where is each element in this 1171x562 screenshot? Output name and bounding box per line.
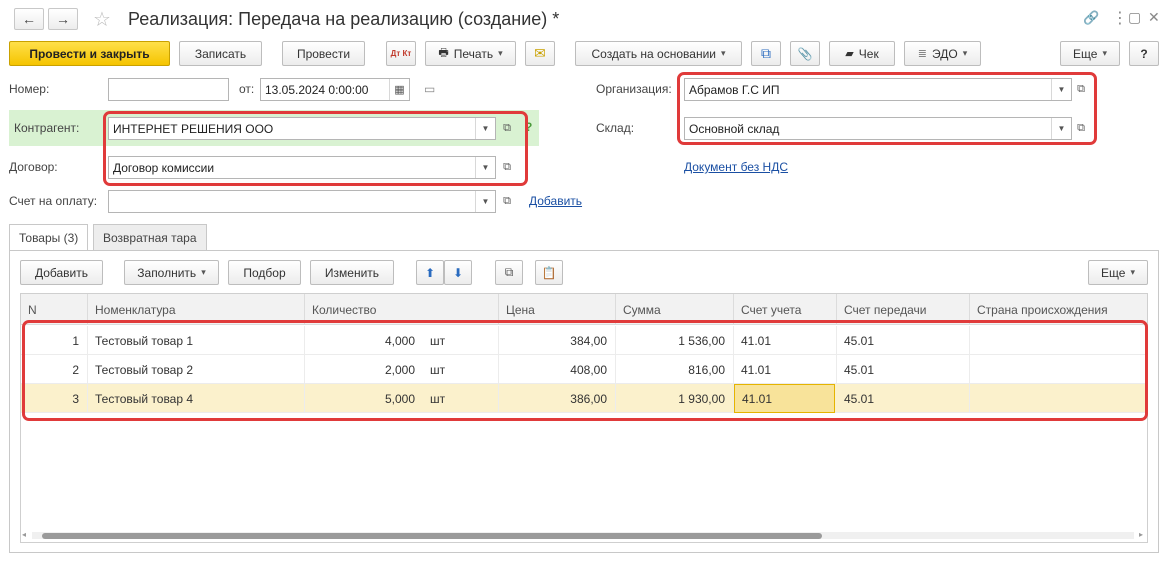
create-based-on-button[interactable]: Создать на основании ▾ — [575, 41, 742, 66]
edo-button[interactable]: ≣ ЭДО ▾ — [904, 41, 981, 66]
highlight-counterparty-contract — [103, 111, 528, 186]
counterparty-label: Контрагент: — [14, 121, 80, 135]
move-down-glyph: ⬇ — [452, 265, 464, 280]
change-button[interactable]: Изменить — [310, 260, 394, 285]
invoice-field[interactable]: ▼ — [108, 190, 496, 213]
edo-label: ЭДО — [932, 46, 958, 61]
chevron-down-icon: ▾ — [720, 48, 726, 58]
comment-icon[interactable]: ▭ — [424, 82, 435, 96]
print-button[interactable]: 🖶 Печать ▾ — [425, 41, 516, 66]
chevron-down-icon[interactable]: ▼ — [475, 191, 495, 212]
fill-label: Заполнить — [137, 265, 197, 280]
post-and-close-button[interactable]: Провести и закрыть — [9, 41, 170, 66]
tab-goods[interactable]: Товары (3) — [9, 224, 89, 251]
date-field[interactable]: 13.05.2024 0:00:00 ▦ — [260, 78, 410, 101]
pick-label: Подбор — [243, 265, 286, 280]
date-value: 13.05.2024 0:00:00 — [265, 82, 369, 97]
edo-icon: ≣ — [917, 48, 927, 60]
chevron-down-icon: ▾ — [962, 48, 968, 58]
receipt-label: Чек — [858, 46, 879, 61]
mail-icon[interactable]: ✉ — [525, 41, 555, 66]
invoice-label: Счет на оплату: — [9, 194, 98, 208]
chevron-down-icon: ▾ — [201, 267, 206, 277]
contract-label: Договор: — [9, 160, 58, 174]
create-based-on-label: Создать на основании — [591, 46, 716, 61]
scrollbar-thumb[interactable] — [42, 533, 822, 539]
tab-returnable-packaging-label: Возвратная тара — [103, 230, 197, 245]
vat-document-link[interactable]: Документ без НДС — [684, 160, 788, 174]
help-button[interactable]: ? — [1129, 41, 1159, 66]
fill-button[interactable]: Заполнить ▾ — [124, 260, 219, 285]
open-invoice-icon[interactable]: ⧉ — [497, 190, 517, 213]
attach-glyph: 📎 — [797, 46, 813, 61]
mail-glyph: ✉ — [534, 45, 546, 61]
receipt-icon: ▰ — [845, 48, 854, 60]
organization-label: Организация: — [596, 82, 672, 96]
page-title: Реализация: Передача на реализацию (созд… — [128, 9, 560, 29]
chevron-down-icon: ▾ — [498, 48, 503, 58]
receipt-button[interactable]: ▰ Чек — [829, 41, 895, 66]
move-down-icon[interactable]: ⬇ — [444, 260, 472, 285]
more-button[interactable]: Еще ▾ — [1060, 41, 1120, 66]
printer-icon: 🖶 — [438, 47, 449, 59]
chevron-down-icon: ▾ — [1102, 48, 1107, 58]
add-row-button[interactable]: Добавить — [20, 260, 103, 285]
move-up-icon[interactable]: ⬆ — [416, 260, 444, 285]
dt-kt-icon[interactable]: Дт Кт — [386, 41, 416, 66]
post-and-close-label: Провести и закрыть — [29, 46, 150, 61]
date-from-label: от: — [239, 82, 255, 96]
save-button[interactable]: Записать — [179, 41, 262, 66]
scroll-right-icon[interactable]: ▸ — [1139, 530, 1143, 539]
copy-row-icon[interactable]: ⧉ — [495, 260, 523, 285]
paste-icon[interactable]: 📋 — [535, 260, 563, 285]
structure-icon[interactable]: ⧉ — [751, 41, 781, 66]
more-actions-icon[interactable]: ⋮ — [1112, 8, 1128, 28]
structure-glyph: ⧉ — [761, 45, 771, 61]
add-invoice-link[interactable]: Добавить — [529, 194, 582, 208]
warehouse-label: Склад: — [596, 121, 635, 135]
attach-icon[interactable]: 📎 — [790, 41, 820, 66]
scroll-left-icon[interactable]: ◂ — [22, 530, 26, 539]
tab-goods-label: Товары (3) — [19, 231, 79, 245]
highlight-table-rows — [22, 320, 1148, 421]
move-up-glyph: ⬆ — [424, 265, 436, 280]
dt-kt-label: Дт Кт — [390, 48, 412, 58]
forward-button[interactable]: → — [48, 8, 78, 30]
calendar-icon[interactable]: ▦ — [389, 79, 409, 100]
maximize-icon[interactable]: ▢ — [1128, 9, 1141, 26]
print-label: Печать — [453, 46, 494, 61]
save-label: Записать — [194, 46, 247, 61]
more-label: Еще — [1073, 46, 1098, 61]
number-field[interactable] — [108, 78, 229, 101]
add-row-label: Добавить — [34, 265, 89, 280]
table-more-label: Еще — [1101, 265, 1126, 280]
help-label: ? — [1140, 46, 1148, 61]
pick-button[interactable]: Подбор — [228, 260, 301, 285]
close-icon[interactable]: ✕ — [1148, 9, 1160, 26]
number-label: Номер: — [9, 82, 50, 96]
link-icon[interactable]: 🔗 — [1083, 10, 1099, 26]
post-button[interactable]: Провести — [282, 41, 365, 66]
change-label: Изменить — [324, 265, 380, 280]
favorite-star-icon[interactable]: ☆ — [93, 7, 111, 32]
tab-returnable-packaging[interactable]: Возвратная тара — [93, 224, 207, 250]
post-label: Провести — [296, 46, 351, 61]
chevron-down-icon: ▾ — [1130, 267, 1135, 277]
highlight-organization-warehouse — [677, 72, 1097, 145]
back-button[interactable]: ← — [14, 8, 44, 30]
table-more-button[interactable]: Еще ▾ — [1088, 260, 1148, 285]
